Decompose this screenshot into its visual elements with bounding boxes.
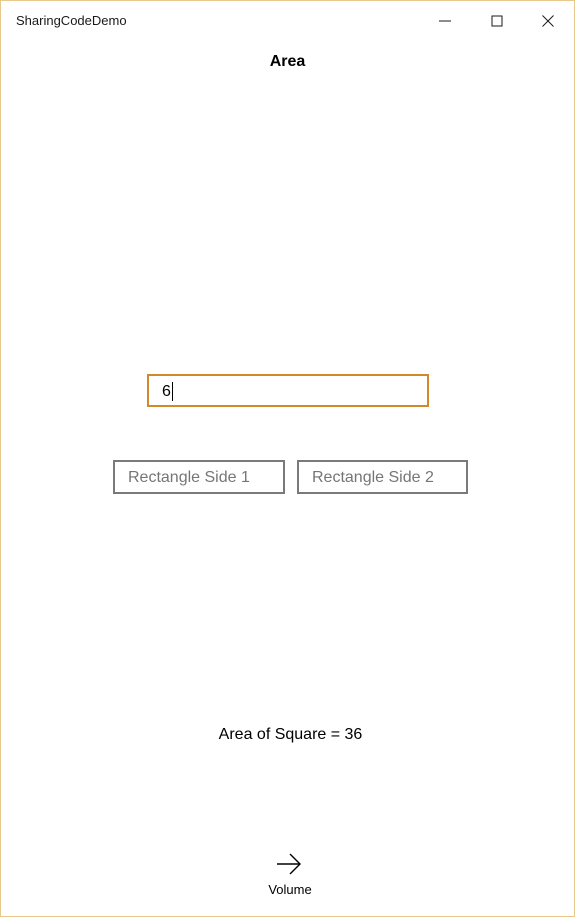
app-window: SharingCodeDemo Area 6 Rectangle Side 1 …	[0, 0, 575, 917]
page-title: Area	[269, 53, 306, 70]
rectangle-side-2-placeholder: Rectangle Side 2	[312, 469, 434, 486]
close-button[interactable]	[522, 1, 574, 41]
square-side-input[interactable]: 6	[147, 374, 429, 407]
square-side-value: 6	[162, 383, 171, 400]
rectangle-side-1-input[interactable]: Rectangle Side 1	[113, 460, 285, 494]
minimize-icon	[439, 15, 451, 27]
maximize-icon	[491, 15, 503, 27]
minimize-button[interactable]	[419, 1, 471, 41]
arrow-right-icon	[276, 853, 302, 880]
text-caret	[172, 382, 173, 401]
app-title: SharingCodeDemo	[16, 13, 127, 28]
rectangle-side-2-input[interactable]: Rectangle Side 2	[297, 460, 468, 494]
area-result-text: Area of Square = 36	[218, 726, 363, 743]
rectangle-side-1-placeholder: Rectangle Side 1	[128, 469, 250, 486]
volume-nav-label: Volume	[268, 882, 312, 897]
volume-nav-button[interactable]: Volume	[259, 847, 319, 903]
close-icon	[542, 15, 554, 27]
title-bar: SharingCodeDemo	[1, 1, 574, 41]
maximize-button[interactable]	[471, 1, 523, 41]
